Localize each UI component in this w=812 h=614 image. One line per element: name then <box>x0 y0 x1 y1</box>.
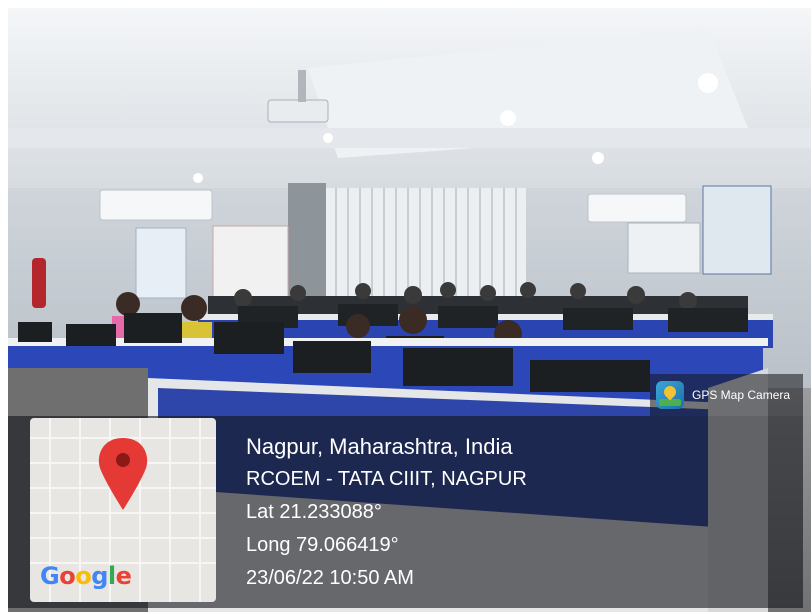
google-letter: g <box>91 562 108 590</box>
google-letter: l <box>107 562 116 590</box>
latitude: Lat 21.233088° <box>246 501 382 523</box>
venue-name: RCOEM - TATA CIIIT, NAGPUR <box>246 468 527 490</box>
location-info: Nagpur, Maharashtra, India RCOEM - TATA … <box>246 430 527 595</box>
google-letter: o <box>75 562 92 590</box>
place-name: Nagpur, Maharashtra, India <box>246 434 513 459</box>
google-letter: G <box>40 562 60 590</box>
google-letter: e <box>115 562 132 590</box>
datetime: 23/06/22 10:50 AM <box>246 567 414 589</box>
google-letter: o <box>59 562 76 590</box>
google-logo: Google <box>40 562 132 590</box>
badge-label: GPS Map Camera <box>692 388 791 402</box>
gps-map-camera-icon <box>656 381 684 409</box>
gps-map-camera-badge: GPS Map Camera <box>650 374 803 416</box>
longitude: Long 79.066419° <box>246 534 399 556</box>
map-thumbnail: Google <box>30 418 216 602</box>
